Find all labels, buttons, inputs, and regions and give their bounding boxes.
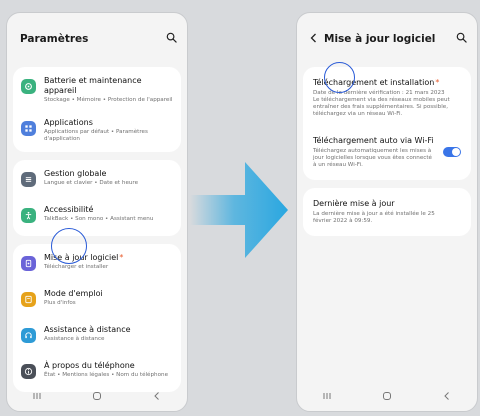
settings-item[interactable]: Applications Applications par défaut • Pa…	[13, 111, 181, 150]
new-badge: *	[435, 78, 440, 87]
item-subtitle: Langue et clavier • Date et heure	[44, 180, 139, 186]
nav-bar	[7, 381, 187, 411]
back-arrow-icon[interactable]	[308, 32, 320, 44]
back-icon[interactable]	[442, 391, 452, 401]
item-subtitle: TalkBack • Son mono • Assistant menu	[44, 216, 154, 222]
settings-card-3: Mise à jour logiciel* Télécharger et inst…	[13, 244, 181, 392]
info-icon	[21, 364, 36, 379]
item-title: Applications	[44, 118, 93, 127]
item-subtitle: Plus d'infos	[44, 300, 76, 306]
item-title: Dernière mise à jour	[313, 199, 395, 208]
last-update-item[interactable]: Dernière mise à jour La dernière mise à …	[303, 190, 471, 234]
update-card-2: Dernière mise à jour La dernière mise à …	[303, 188, 471, 236]
settings-header: Paramètres	[7, 13, 187, 67]
item-title: Accessibilité	[44, 205, 94, 214]
item-title: Assistance à distance	[44, 325, 131, 334]
recents-icon[interactable]	[32, 391, 42, 401]
item-description: La dernière mise à jour a été installée …	[313, 211, 435, 224]
search-icon[interactable]	[166, 32, 177, 43]
settings-card-2: Gestion globale Langue et clavier • Date …	[13, 160, 181, 236]
item-title: Gestion globale	[44, 169, 107, 178]
general-icon	[21, 172, 36, 187]
battery-icon	[21, 79, 36, 94]
apps-icon	[21, 121, 36, 136]
update-icon	[21, 256, 36, 271]
auto-download-toggle[interactable]	[443, 147, 461, 157]
software-update-screen: Mise à jour logiciel Téléchargement et i…	[296, 12, 478, 412]
search-icon[interactable]	[456, 32, 467, 43]
item-subtitle: Applications par défaut • Paramètres d'a…	[44, 129, 148, 142]
settings-item[interactable]: Gestion globale Langue et clavier • Date …	[13, 162, 181, 198]
page-title: Mise à jour logiciel	[324, 33, 436, 45]
settings-screen: Paramètres Batterie et maintenance appar…	[6, 12, 188, 412]
nav-bar	[297, 381, 477, 411]
item-subtitle: Stockage • Mémoire • Protection de l'app…	[44, 97, 173, 103]
back-icon[interactable]	[152, 391, 162, 401]
item-title: Batterie et maintenance appareil	[44, 76, 142, 95]
item-title: Mode d'emploi	[44, 289, 103, 298]
item-description: Date de la dernière vérification : 21 ma…	[313, 90, 450, 117]
item-subtitle: État • Mentions légales • Nom du télépho…	[44, 372, 169, 378]
recents-icon[interactable]	[322, 391, 332, 401]
settings-item[interactable]: Mode d'emploi Plus d'infos	[13, 282, 181, 318]
item-title: À propos du téléphone	[44, 361, 135, 370]
home-icon[interactable]	[92, 391, 102, 401]
item-subtitle: Télécharger et installer	[44, 264, 109, 270]
manual-icon	[21, 292, 36, 307]
highlight-circle	[324, 62, 355, 93]
auto-download-wifi-item[interactable]: Téléchargement auto via Wi-Fi Télécharge…	[303, 127, 471, 178]
home-icon[interactable]	[382, 391, 392, 401]
settings-item[interactable]: Batterie et maintenance appareil Stockage…	[13, 69, 181, 111]
update-header: Mise à jour logiciel	[297, 13, 477, 67]
item-title: Téléchargement auto via Wi-Fi	[313, 136, 434, 145]
settings-card-1: Batterie et maintenance appareil Stockage…	[13, 67, 181, 152]
support-icon	[21, 328, 36, 343]
accessibility-icon	[21, 208, 36, 223]
item-subtitle: Assistance à distance	[44, 336, 105, 342]
new-badge: *	[119, 253, 124, 262]
highlight-circle	[51, 228, 87, 264]
item-description: Téléchargez automatiquement les mises à …	[313, 148, 432, 168]
page-title: Paramètres	[20, 33, 89, 45]
settings-item[interactable]: Accessibilité TalkBack • Son mono • Assis…	[13, 198, 181, 234]
transition-arrow-icon	[190, 162, 288, 258]
settings-item[interactable]: Mise à jour logiciel* Télécharger et inst…	[13, 246, 181, 282]
settings-item[interactable]: Assistance à distance Assistance à distan…	[13, 318, 181, 354]
